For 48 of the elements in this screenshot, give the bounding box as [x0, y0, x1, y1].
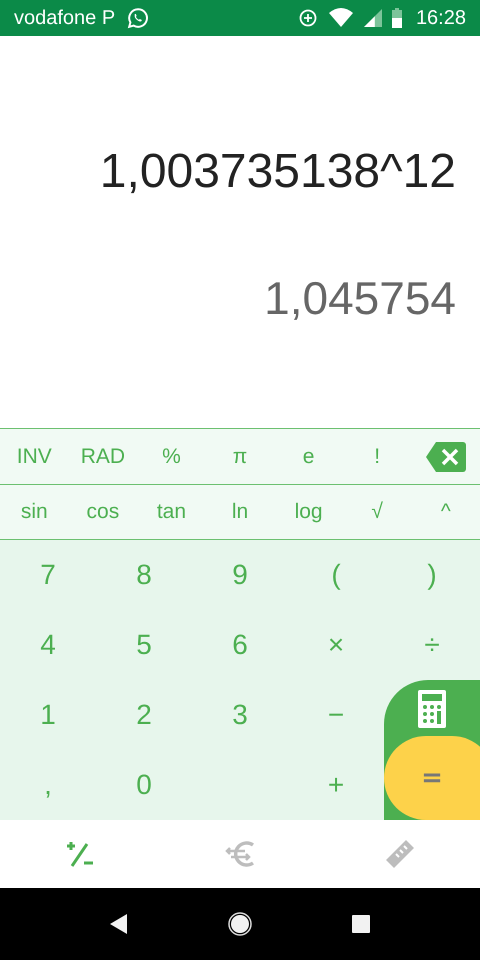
function-key[interactable]: RAD [68, 429, 138, 484]
function-key[interactable]: log [274, 485, 343, 539]
signal-icon [364, 9, 382, 27]
data-saver-icon [298, 8, 318, 28]
keypad-key[interactable]: × [288, 610, 384, 680]
plus-minus-icon [66, 840, 94, 868]
keypad-key[interactable]: , [0, 750, 96, 820]
euro-icon [225, 840, 255, 868]
home-icon[interactable] [228, 912, 252, 936]
calculator-icon [418, 690, 446, 728]
keypad-key[interactable]: − [288, 680, 384, 750]
keypad-key[interactable]: 3 [192, 680, 288, 750]
ruler-icon [385, 839, 415, 869]
wifi-icon [328, 8, 354, 28]
keypad-key[interactable]: ( [288, 540, 384, 610]
keypad-key[interactable]: 1 [0, 680, 96, 750]
keypad-key[interactable]: 8 [96, 540, 192, 610]
function-key[interactable]: ^ [411, 485, 480, 539]
backspace-icon [426, 442, 466, 472]
keypad-key[interactable]: 6 [192, 610, 288, 680]
function-key[interactable]: √ [342, 485, 412, 539]
function-key[interactable]: INV [0, 429, 69, 484]
keypad-key[interactable]: 9 [192, 540, 288, 610]
keypad-key[interactable]: + [288, 750, 384, 820]
function-key[interactable]: % [137, 429, 206, 484]
function-key[interactable]: tan [137, 485, 206, 539]
carrier-name: vodafone P [14, 6, 116, 30]
function-key[interactable]: π [206, 429, 274, 484]
function-key[interactable]: ! [342, 429, 412, 484]
function-key[interactable]: cos [68, 485, 138, 539]
battery-icon [392, 8, 402, 28]
keypad-key[interactable]: 5 [96, 610, 192, 680]
keypad-key[interactable]: 0 [96, 750, 192, 820]
function-key[interactable]: ln [206, 485, 274, 539]
keypad-key[interactable]: 4 [0, 610, 96, 680]
result-text: 1,045754 [264, 271, 456, 325]
back-icon[interactable] [110, 914, 128, 934]
clock: 16:28 [416, 6, 466, 30]
keypad-key[interactable]: 2 [96, 680, 192, 750]
function-key[interactable]: sin [0, 485, 69, 539]
expression-text: 1,003735138^12 [100, 144, 456, 199]
recents-icon[interactable] [352, 915, 370, 933]
keypad-key[interactable]: ÷ [384, 610, 480, 680]
keypad-key[interactable]: ) [384, 540, 480, 610]
function-key[interactable]: e [274, 429, 343, 484]
chat-icon [127, 7, 150, 29]
equals-button[interactable]: = [384, 736, 480, 820]
keypad-key[interactable]: 7 [0, 540, 96, 610]
